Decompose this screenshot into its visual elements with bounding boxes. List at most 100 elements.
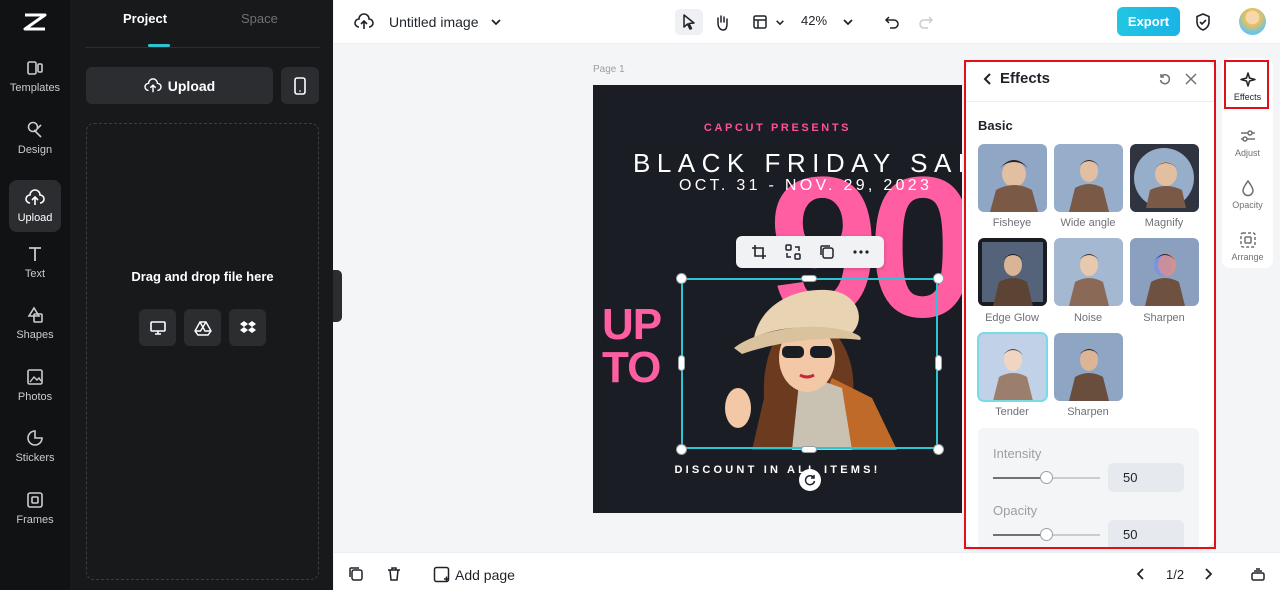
- rotate-handle[interactable]: [799, 469, 821, 491]
- right-rail-effects[interactable]: Effects: [1222, 60, 1273, 112]
- opacity-slider[interactable]: [993, 528, 1100, 541]
- close-icon[interactable]: [1184, 72, 1198, 86]
- rail-item-upload[interactable]: Upload: [9, 180, 61, 232]
- more-options-button[interactable]: [852, 243, 870, 261]
- capcut-logo-icon[interactable]: [22, 10, 48, 34]
- select-tool-button[interactable]: [675, 9, 703, 35]
- crop-button[interactable]: [750, 243, 768, 261]
- intensity-slider-fill: [993, 477, 1047, 479]
- canvas-text-discount[interactable]: DISCOUNT IN ALL ITEMS!: [593, 464, 962, 476]
- effect-thumb-magnify[interactable]: [1130, 144, 1199, 212]
- opacity-label: Opacity: [993, 503, 1038, 518]
- document-title[interactable]: Untitled image: [389, 14, 479, 30]
- effect-preview-image: [978, 333, 1047, 401]
- zoom-dropdown-button[interactable]: [834, 9, 862, 35]
- save-cloud-button[interactable]: [350, 9, 378, 35]
- export-button[interactable]: Export: [1117, 7, 1180, 36]
- canvas-text-dates[interactable]: OCT. 31 - NOV. 29, 2023: [679, 177, 932, 195]
- delete-page-button[interactable]: [385, 565, 403, 583]
- upload-from-computer-button[interactable]: [139, 309, 176, 346]
- rail-item-design[interactable]: Design: [9, 112, 61, 164]
- canvas-text-headline[interactable]: BLACK FRIDAY SAL: [633, 148, 962, 179]
- add-page-button[interactable]: Add page: [455, 567, 515, 583]
- rail-label: Frames: [16, 514, 54, 526]
- cloud-upload-icon: [354, 13, 374, 29]
- upto-line-1: UP: [602, 300, 662, 349]
- duplicate-page-button[interactable]: [347, 565, 365, 583]
- resize-handle-bottom-right[interactable]: [933, 444, 944, 455]
- right-rail-arrange[interactable]: Arrange: [1222, 220, 1273, 272]
- layout-dropdown-button[interactable]: [766, 9, 794, 35]
- dropbox-button[interactable]: [229, 309, 266, 346]
- previous-page-button[interactable]: [1131, 565, 1149, 583]
- rail-item-templates[interactable]: Templates: [9, 50, 61, 102]
- effect-thumb-sharpen-2[interactable]: [1054, 333, 1123, 401]
- canvas-text-capcut[interactable]: CAPCUT PRESENTS: [593, 122, 962, 134]
- undo-icon: [884, 16, 899, 29]
- effects-panel: Effects Basic Fisheye Wide angle Magnify…: [966, 62, 1214, 547]
- rail-item-frames[interactable]: Frames: [9, 482, 61, 534]
- shield-button[interactable]: [1189, 9, 1217, 35]
- add-page-icon: [433, 566, 449, 582]
- back-chevron-icon[interactable]: [982, 72, 992, 86]
- rail-item-stickers[interactable]: Stickers: [9, 420, 61, 472]
- resize-handle-left[interactable]: [678, 355, 685, 371]
- duplicate-button[interactable]: [818, 243, 836, 261]
- intensity-slider-knob[interactable]: [1040, 471, 1053, 484]
- canvas-text-upto[interactable]: UP TO: [602, 300, 662, 390]
- effect-thumb-tender[interactable]: [977, 332, 1048, 402]
- title-dropdown-button[interactable]: [482, 9, 510, 35]
- avatar[interactable]: [1239, 8, 1266, 35]
- resize-handle-bottom[interactable]: [801, 446, 817, 453]
- tab-space[interactable]: Space: [241, 11, 278, 26]
- right-rail-adjust[interactable]: Adjust: [1222, 116, 1273, 168]
- phone-icon: [294, 76, 306, 95]
- opacity-value-input[interactable]: 50: [1108, 520, 1184, 547]
- page-manager-button[interactable]: [1249, 565, 1267, 583]
- bottom-bar: Add page 1/2: [334, 552, 1280, 590]
- rail-item-text[interactable]: Text: [9, 236, 61, 288]
- zoom-level[interactable]: 42%: [801, 13, 827, 28]
- effect-preview-image: [1054, 333, 1123, 401]
- opacity-drop-icon: [1241, 179, 1254, 196]
- page-label: Page 1: [593, 64, 625, 75]
- upload-from-phone-button[interactable]: [281, 67, 319, 104]
- drop-zone[interactable]: Drag and drop file here: [86, 123, 319, 580]
- undo-button[interactable]: [878, 9, 906, 35]
- effect-thumb-fisheye[interactable]: [978, 144, 1047, 212]
- chevron-down-icon: [843, 19, 853, 26]
- effect-thumb-noise[interactable]: [1054, 238, 1123, 306]
- selection-box[interactable]: [681, 278, 938, 449]
- resize-handle-top-left[interactable]: [676, 273, 687, 284]
- effect-thumb-edge-glow[interactable]: [978, 238, 1047, 306]
- google-drive-button[interactable]: [184, 309, 221, 346]
- top-bar: Untitled image 42% Export: [334, 0, 1280, 44]
- opacity-slider-knob[interactable]: [1040, 528, 1053, 541]
- effect-thumb-wide-angle[interactable]: [1054, 144, 1123, 212]
- replace-button[interactable]: [784, 243, 802, 261]
- tab-project[interactable]: Project: [123, 11, 167, 26]
- rail-item-photos[interactable]: Photos: [9, 359, 61, 411]
- reset-icon[interactable]: [1158, 72, 1172, 86]
- resize-handle-right[interactable]: [935, 355, 942, 371]
- hand-tool-button[interactable]: [708, 9, 736, 35]
- right-rail-opacity[interactable]: Opacity: [1222, 168, 1273, 220]
- rail-item-shapes[interactable]: Shapes: [9, 297, 61, 349]
- shield-icon: [1196, 13, 1210, 31]
- google-drive-icon: [193, 320, 212, 336]
- upload-button[interactable]: Upload: [86, 67, 273, 104]
- intensity-slider[interactable]: [993, 471, 1100, 484]
- effects-header: Effects: [966, 62, 1214, 102]
- add-page-icon-wrap[interactable]: [432, 565, 450, 583]
- panel-collapse-handle[interactable]: [333, 270, 342, 322]
- resize-handle-top-right[interactable]: [933, 273, 944, 284]
- intensity-value-input[interactable]: 50: [1108, 463, 1184, 492]
- effect-thumb-sharpen[interactable]: [1130, 238, 1199, 306]
- effect-label: Tender: [995, 406, 1029, 418]
- resize-handle-top[interactable]: [801, 275, 817, 282]
- resize-handle-bottom-left[interactable]: [676, 444, 687, 455]
- stickers-icon: [27, 430, 43, 446]
- redo-icon: [919, 16, 934, 29]
- redo-button[interactable]: [912, 9, 940, 35]
- next-page-button[interactable]: [1200, 565, 1218, 583]
